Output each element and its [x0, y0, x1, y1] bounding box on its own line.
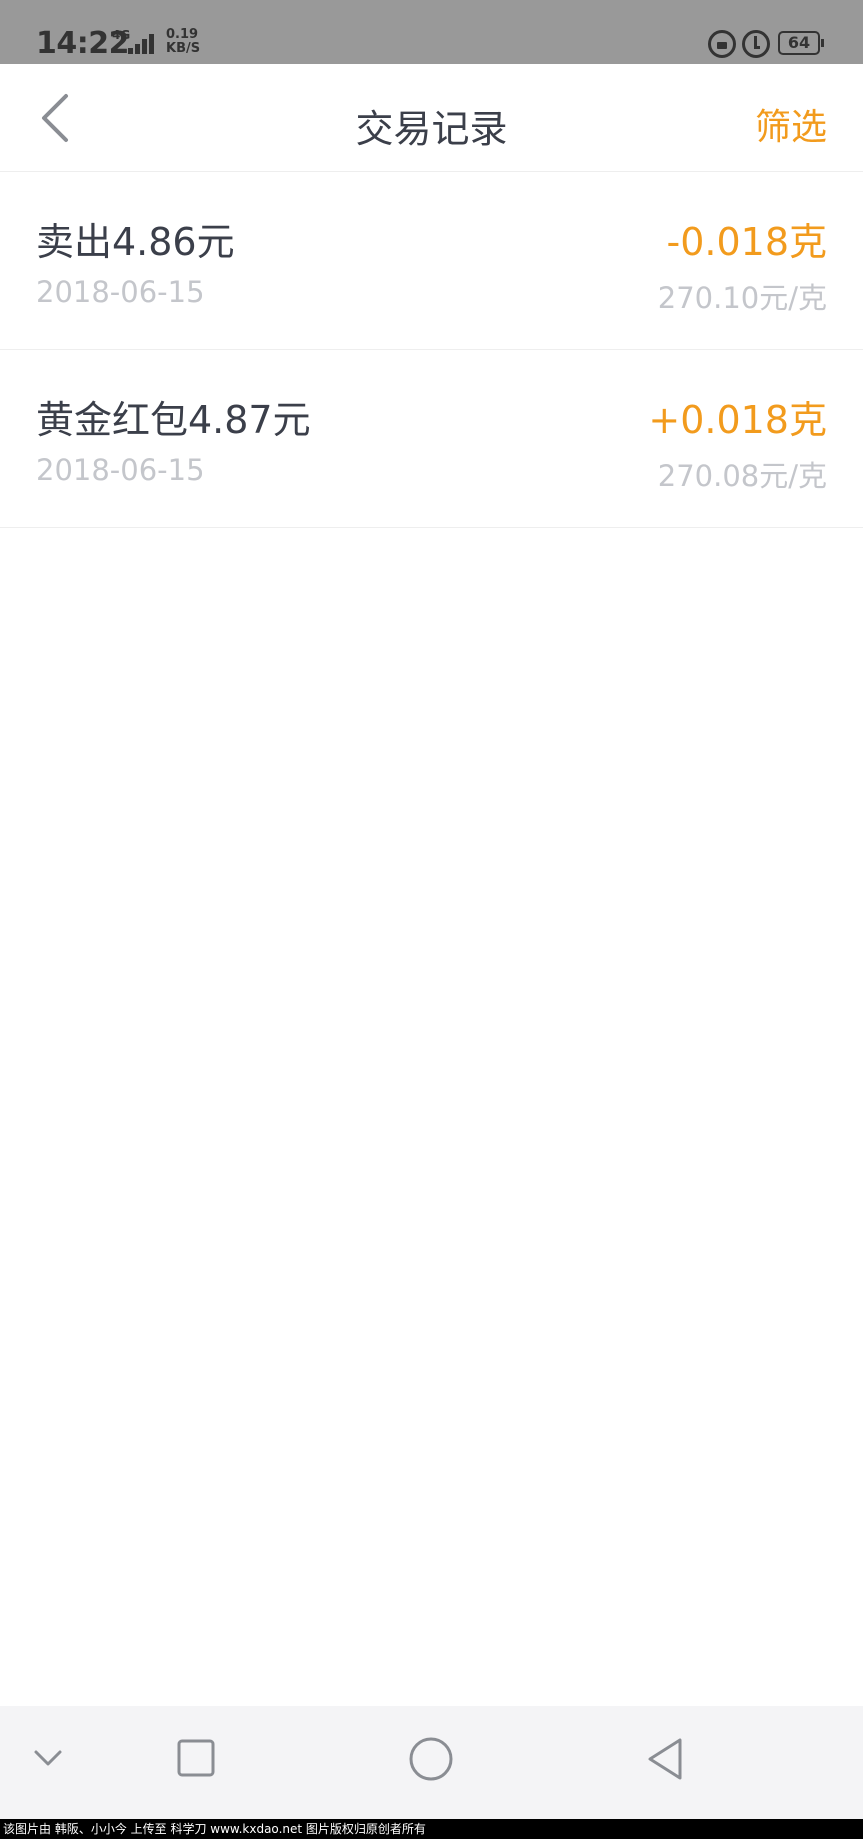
signal-icon	[128, 32, 158, 54]
filter-button[interactable]: 筛选	[755, 98, 827, 150]
transaction-amount: +0.018克	[648, 398, 827, 442]
transaction-row[interactable]: 黄金红包4.87元 2018-06-15 +0.018克 270.08元/克	[0, 351, 863, 528]
network-speed: 0.19 KB/S	[166, 28, 200, 56]
transaction-title: 黄金红包4.87元	[36, 398, 311, 442]
alarm-icon	[742, 30, 770, 58]
battery-icon: 64	[778, 31, 824, 55]
chevron-down-icon	[34, 1750, 62, 1766]
status-bar: 14:22 4G 0.19 KB/S 64	[0, 0, 863, 64]
network-speed-unit: KB/S	[166, 41, 201, 56]
transaction-price: 270.08元/克	[657, 459, 827, 493]
home-circle-icon	[409, 1737, 453, 1781]
home-button[interactable]	[408, 1736, 454, 1786]
system-back-button[interactable]	[644, 1736, 686, 1786]
rotation-lock-icon	[708, 30, 736, 58]
transaction-date: 2018-06-15	[36, 453, 205, 487]
back-triangle-icon	[648, 1738, 682, 1780]
page-title: 交易记录	[355, 107, 508, 151]
recents-button[interactable]	[176, 1738, 216, 1782]
system-nav-bar	[0, 1706, 863, 1819]
transaction-title: 卖出4.86元	[36, 220, 235, 264]
transaction-price: 270.10元/克	[657, 281, 827, 315]
transaction-date: 2018-06-15	[36, 275, 205, 309]
nav-bar: 交易记录 筛选	[0, 64, 863, 172]
recents-square-icon	[177, 1739, 215, 1777]
network-speed-value: 0.19	[166, 27, 199, 42]
hide-nav-button[interactable]	[30, 1744, 66, 1778]
transaction-amount: -0.018克	[666, 220, 828, 264]
transaction-row[interactable]: 卖出4.86元 2018-06-15 -0.018克 270.10元/克	[0, 173, 863, 350]
watermark-text: 该图片由 韩阪、小小今 上传至 科学刀 www.kxdao.net 图片版权归原…	[0, 1819, 863, 1839]
